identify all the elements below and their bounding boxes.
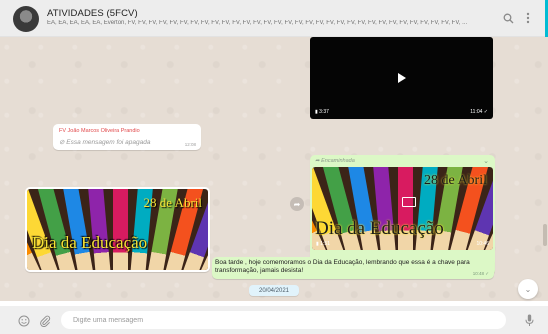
image-message[interactable]: 28 de Abril Dia da Educação [25, 187, 210, 272]
group-avatar[interactable] [13, 6, 39, 32]
message-input[interactable] [61, 311, 506, 329]
deleted-message[interactable]: FV João Marcos Oliveira Prandio ⊘ Essa m… [53, 124, 201, 150]
poster-title: Dia da Educação [32, 233, 148, 252]
menu-icon[interactable] [520, 10, 536, 26]
date-separator: 20/04/2021 [249, 285, 299, 296]
search-icon[interactable] [500, 10, 516, 26]
forwarded-icon: ➦ [315, 158, 320, 164]
deleted-text: ⊘ Essa mensagem foi apagada [59, 139, 151, 146]
poster-date: 28 de Abril [424, 173, 487, 188]
attach-icon[interactable] [38, 314, 51, 327]
chevron-down-icon: ⌄ [524, 284, 532, 294]
video-message[interactable]: ▮ 3:37 11:04 ✓ [310, 37, 493, 119]
caption-message[interactable]: Boa tarde , hoje comemoramos o Dia da Ed… [212, 257, 494, 279]
scrollbar[interactable] [543, 224, 547, 246]
emoji-icon[interactable] [17, 314, 30, 327]
message-author[interactable]: FV João Marcos Oliveira Prandio [59, 128, 140, 134]
video-time: 11:04 ✓ [470, 109, 488, 115]
caption-text: Boa tarde , hoje comemoramos o Dia da Ed… [215, 259, 470, 274]
check-icon: ✓ [485, 271, 489, 276]
poster-date: 28 de Abril [143, 195, 203, 210]
mic-icon[interactable] [523, 314, 536, 327]
video-camera-icon: ▮ [316, 241, 319, 247]
scroll-down-button[interactable]: ⌄ [518, 279, 538, 299]
group-members[interactable]: EA, EA, EA, EA, EA, Everton, FV, FV, FV,… [47, 20, 492, 26]
play-icon[interactable] [398, 73, 406, 83]
education-day-image[interactable]: 28 de Abril Dia da Educação [27, 189, 208, 270]
video-duration: ▮ 3:37 [315, 109, 329, 115]
chat-header[interactable]: ATIVIDADES (5FCV) EA, EA, EA, EA, EA, Ev… [0, 0, 548, 60]
video-camera-icon: ▮ [315, 109, 318, 115]
message-time: 10:48 ✓ [472, 271, 489, 276]
forwarded-label: ➦ Encaminhada [315, 158, 355, 164]
education-day-video[interactable]: 28 de Abril Dia da Educação ▮ 1:51 10:46 [312, 167, 493, 250]
video-icon [402, 197, 416, 207]
video-duration: ▮ 1:51 [316, 241, 330, 247]
message-time: 12:08 [184, 142, 196, 147]
whatsapp-web-window: ATIVIDADES (5FCV) EA, EA, EA, EA, EA, Ev… [0, 0, 548, 334]
check-icon: ✓ [483, 109, 488, 115]
forward-icon[interactable]: ➦ [290, 197, 304, 211]
video-time: 10:46 [476, 241, 489, 247]
chat-area[interactable]: ▮ 3:37 11:04 ✓ FV João Marcos Oliveira P… [0, 37, 548, 309]
composer-bar [0, 306, 548, 334]
forwarded-video-thumbnail[interactable]: 28 de Abril Dia da Educação ▮ 1:51 10:46 [312, 167, 493, 250]
pencil-art [113, 189, 128, 270]
poster-title: Dia da Educação [315, 218, 444, 239]
blocked-icon: ⊘ [59, 139, 65, 146]
chevron-down-icon[interactable]: ⌄ [483, 157, 489, 165]
group-title[interactable]: ATIVIDADES (5FCV) [47, 8, 138, 19]
